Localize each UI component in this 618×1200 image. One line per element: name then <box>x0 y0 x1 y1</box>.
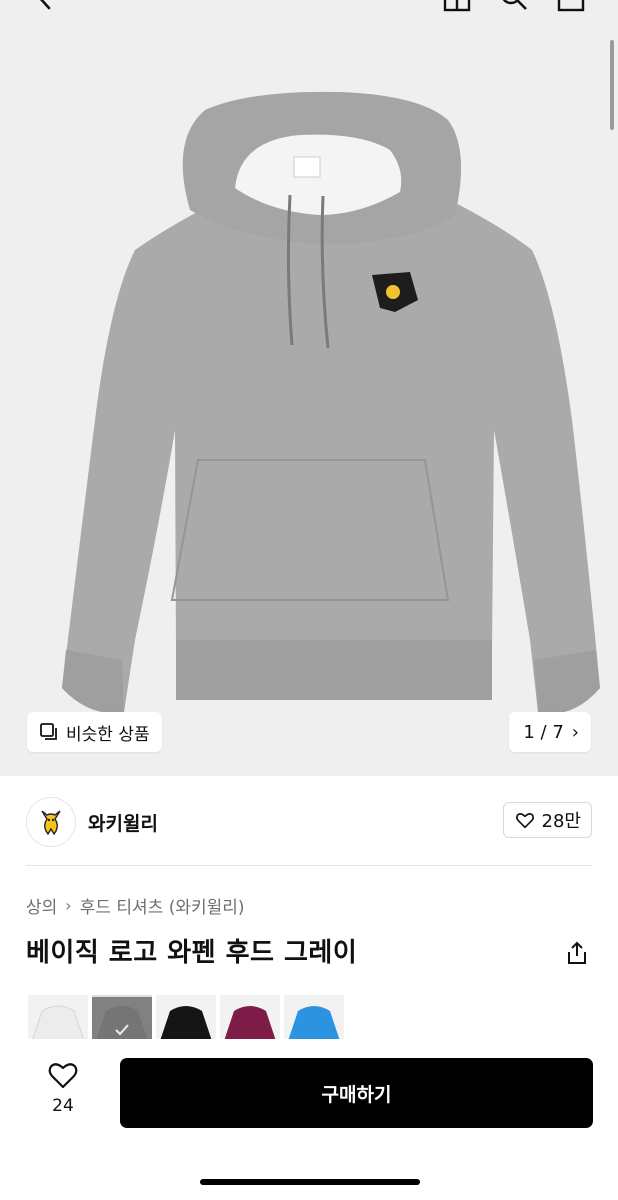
hoodie-thumbnail <box>92 997 152 1039</box>
breadcrumb-subcategory[interactable]: 후드 티셔츠 (와키윌리) <box>80 893 245 918</box>
bottom-action-bar: 24 구매하기 <box>0 1040 618 1200</box>
shop-logo[interactable] <box>26 797 76 847</box>
product-title: 베이직 로고 와펜 후드 그레이 <box>26 938 358 968</box>
breadcrumb: 상의 › 후드 티셔츠 (와키윌리) <box>26 892 245 918</box>
color-swatch-blue[interactable] <box>284 995 344 1039</box>
hoodie-thumbnail <box>160 1006 212 1039</box>
buy-button[interactable]: 구매하기 <box>120 1058 593 1128</box>
chevron-right-icon: › <box>65 895 72 915</box>
hoodie-thumbnail <box>224 1006 276 1039</box>
cart-icon[interactable] <box>556 0 586 12</box>
section-divider <box>26 865 592 866</box>
similar-products-button[interactable]: 비슷한 상품 <box>27 712 162 752</box>
shop-like-count: 28만 <box>541 811 581 832</box>
back-arrow-icon[interactable] <box>30 0 60 12</box>
shop-name[interactable]: 와키윌리 <box>88 809 158 836</box>
color-swatch-white[interactable] <box>28 995 88 1039</box>
checkmark-icon <box>115 1024 129 1036</box>
color-swatch-burgundy[interactable] <box>220 995 280 1039</box>
wishlist-button[interactable]: 24 <box>38 1060 88 1124</box>
share-icon[interactable] <box>564 940 590 966</box>
color-swatch-gray[interactable] <box>92 995 152 1039</box>
similar-products-label: 비슷한 상품 <box>66 724 150 745</box>
product-image <box>62 91 600 714</box>
product-image-gallery[interactable]: 비슷한 상품 1 / 7 › <box>0 0 618 776</box>
shop-info-row[interactable]: 와키윌리 28만 <box>26 796 592 848</box>
hoodie-thumbnail <box>32 1005 84 1039</box>
heart-outline-icon <box>48 1063 78 1089</box>
page-counter-text: 1 / 7 <box>523 721 564 743</box>
image-page-counter[interactable]: 1 / 7 › <box>509 712 591 752</box>
home-icon[interactable] <box>442 0 472 12</box>
search-icon[interactable] <box>498 0 528 12</box>
top-navigation <box>0 0 618 14</box>
heart-outline-icon <box>515 813 534 829</box>
chevron-right-icon: › <box>571 721 579 743</box>
wishlist-count: 24 <box>52 1096 74 1116</box>
breadcrumb-category[interactable]: 상의 <box>26 893 57 918</box>
color-swatch-black[interactable] <box>156 995 216 1039</box>
shop-like-button[interactable]: 28만 <box>502 802 592 838</box>
scrollbar-thumb[interactable] <box>610 40 614 130</box>
home-indicator <box>200 1179 420 1185</box>
brand-mascot-icon <box>41 810 61 836</box>
similar-items-icon <box>40 723 57 740</box>
color-swatch-list <box>28 995 344 1039</box>
hoodie-thumbnail <box>288 1006 340 1039</box>
